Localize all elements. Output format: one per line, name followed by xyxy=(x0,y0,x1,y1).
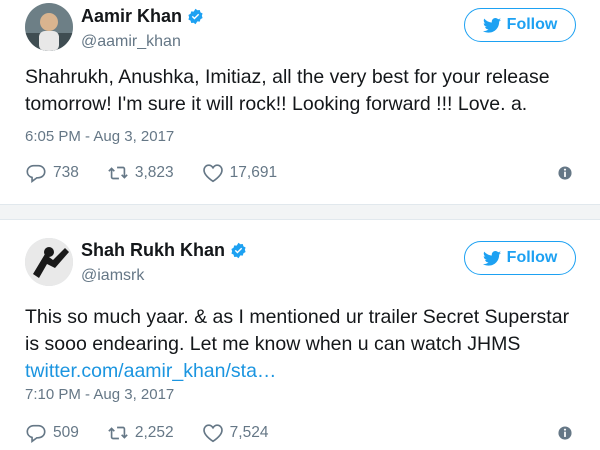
retweet-button[interactable]: 2,252 xyxy=(107,422,174,444)
verified-badge-icon xyxy=(231,242,246,259)
tweet-text: Shahrukh, Anushka, Imitiaz, all the very… xyxy=(25,64,585,118)
tweet-text-line: This so much yaar. & as I mentioned ur t… xyxy=(25,306,570,328)
reply-button[interactable]: 738 xyxy=(25,162,79,184)
retweet-icon xyxy=(108,426,128,440)
heart-icon xyxy=(202,424,223,443)
tweet-card-srk: Shah Rukh Khan @iamsrk Follow This so mu… xyxy=(0,220,600,450)
like-count: 7,524 xyxy=(229,424,269,441)
retweet-count: 3,823 xyxy=(134,164,174,181)
like-count: 17,691 xyxy=(229,164,278,181)
tweet-divider xyxy=(0,204,600,220)
retweet-icon xyxy=(108,166,128,180)
retweet-button[interactable]: 3,823 xyxy=(107,162,174,184)
heart-icon xyxy=(202,164,223,183)
reply-icon xyxy=(26,424,46,443)
verified-badge-icon xyxy=(188,8,203,25)
tweet-card-aamir: Aamir Khan @aamir_khan Follow Shahrukh, … xyxy=(0,0,600,204)
follow-label: Follow xyxy=(506,16,558,33)
reply-button[interactable]: 509 xyxy=(25,422,79,444)
avatar[interactable] xyxy=(25,3,73,51)
tweet-text-line: is sooo endearing. Let me know when u ca… xyxy=(25,333,521,355)
author-row: Shah Rukh Khan xyxy=(81,240,247,261)
timestamp[interactable]: 7:10 PM - Aug 3, 2017 xyxy=(25,386,174,403)
like-button[interactable]: 7,524 xyxy=(202,422,269,444)
twitter-bird-icon xyxy=(482,17,501,33)
tweet-text-line: tomorrow! I'm sure it will rock!! Lookin… xyxy=(25,93,528,115)
display-name[interactable]: Shah Rukh Khan xyxy=(81,240,225,261)
display-name[interactable]: Aamir Khan xyxy=(81,6,182,27)
info-icon[interactable] xyxy=(558,426,572,440)
twitter-bird-icon xyxy=(482,250,501,266)
handle[interactable]: @iamsrk xyxy=(81,267,144,285)
handle[interactable]: @aamir_khan xyxy=(81,33,181,51)
author-row: Aamir Khan xyxy=(81,6,204,27)
reply-icon xyxy=(26,164,46,183)
follow-button[interactable]: Follow xyxy=(464,8,576,42)
reply-count: 509 xyxy=(53,424,79,441)
follow-button[interactable]: Follow xyxy=(464,241,576,275)
like-button[interactable]: 17,691 xyxy=(202,162,277,184)
timestamp[interactable]: 6:05 PM - Aug 3, 2017 xyxy=(25,128,174,145)
tweet-link[interactable]: twitter.com/aamir_khan/sta… xyxy=(25,360,276,382)
tweet-text: This so much yaar. & as I mentioned ur t… xyxy=(25,304,585,385)
follow-label: Follow xyxy=(506,249,558,266)
tweet-text-line: Shahrukh, Anushka, Imitiaz, all the very… xyxy=(25,66,550,88)
avatar[interactable] xyxy=(25,238,73,286)
retweet-count: 2,252 xyxy=(134,424,174,441)
reply-count: 738 xyxy=(53,164,79,181)
info-icon[interactable] xyxy=(558,166,572,180)
action-bar: 509 2,252 7,524 xyxy=(25,422,296,444)
action-bar: 738 3,823 17,691 xyxy=(25,162,305,184)
